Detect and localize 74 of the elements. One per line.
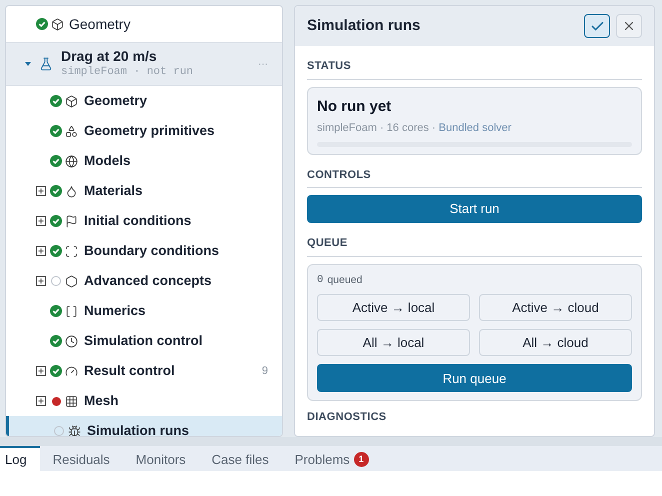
queue-target-button[interactable]: Active → local [317, 294, 470, 322]
close-icon [622, 19, 636, 33]
item-icon [65, 304, 78, 318]
tree-item-label: Advanced concepts [84, 272, 212, 290]
count-badge: 1 [354, 452, 369, 467]
item-icon [65, 274, 78, 288]
section-heading: QUEUE [307, 235, 642, 256]
item-icon [65, 154, 78, 168]
tree-item-label: Numerics [84, 302, 146, 320]
status-title: No run yet [317, 96, 392, 116]
expand-icon[interactable] [36, 246, 46, 256]
tree-item-label: Mesh [84, 392, 119, 410]
tree-item[interactable]: Boundary conditions [6, 236, 282, 266]
group-header[interactable]: Drag at 20 m/s simpleFoam · not run ··· [6, 42, 282, 86]
bottom-tab[interactable]: Case files [198, 446, 282, 471]
start-run-button[interactable]: Start run [307, 195, 642, 223]
bottom-tab[interactable]: Residuals [40, 446, 123, 471]
item-icon [65, 334, 78, 348]
expand-icon[interactable] [36, 216, 46, 226]
tree-item-label: Simulation control [84, 332, 203, 350]
tree-item-label: Result control [84, 362, 175, 380]
run-queue-button[interactable]: Run queue [317, 364, 632, 392]
group-subtitle: simpleFoam · not run [61, 66, 194, 80]
tree-item-label: Simulation runs [87, 422, 190, 436]
tree-item[interactable]: Mesh [6, 386, 282, 416]
cube-icon [51, 18, 64, 30]
queue-count: 0 [317, 272, 324, 288]
item-icon [65, 124, 78, 138]
expand-icon[interactable] [36, 396, 46, 406]
item-icon [65, 364, 78, 378]
status-details: simpleFoam · 16 cores · Bundled solver [317, 121, 512, 136]
group-title: Drag at 20 m/s [61, 48, 158, 66]
caret-icon[interactable] [24, 60, 32, 68]
tree-item[interactable]: Simulation runs [6, 416, 282, 436]
queue-count-label: queued [327, 272, 362, 288]
tree-item[interactable]: Advanced concepts [6, 266, 282, 296]
section-heading: DIAGNOSTICS [307, 410, 388, 426]
expand-icon[interactable] [36, 276, 46, 286]
bottom-tab[interactable]: Log [0, 446, 40, 471]
tree-item-label: Geometry [84, 92, 148, 110]
close-button[interactable] [616, 14, 642, 38]
item-icon [65, 244, 78, 258]
confirm-button[interactable] [584, 14, 610, 38]
item-icon [68, 424, 81, 436]
tree-item[interactable]: Initial conditions [6, 206, 282, 236]
expand-icon[interactable] [36, 186, 46, 196]
section-heading: CONTROLS [307, 166, 642, 188]
tree-item[interactable]: Models [6, 146, 282, 176]
flask-icon [39, 57, 53, 71]
queue-target-button[interactable]: All → cloud [479, 329, 632, 356]
tree-item[interactable]: Materials [6, 176, 282, 206]
queue-target-button[interactable]: All → local [317, 329, 470, 356]
panel-title: Simulation runs [307, 16, 420, 36]
tree-item-label: Models [84, 152, 131, 170]
item-icon [65, 94, 78, 108]
bottom-tab[interactable]: Monitors [122, 446, 199, 471]
tree-item-label: Materials [84, 182, 143, 200]
section-heading: STATUS [307, 58, 642, 80]
item-count: 9 [262, 364, 268, 379]
tree-item-label: Boundary conditions [84, 242, 219, 260]
tree-item-label: Initial conditions [84, 212, 192, 230]
tree-item[interactable]: Simulation control [6, 326, 282, 356]
queue-target-button[interactable]: Active → cloud [479, 294, 632, 322]
tree-item-label[interactable]: Geometry [69, 14, 130, 34]
expand-icon[interactable] [36, 366, 46, 376]
bottom-tab[interactable]: Problems 1 [282, 446, 382, 471]
tree-item[interactable]: Geometry primitives [6, 116, 282, 146]
tree-item[interactable]: Geometry [6, 86, 282, 116]
tree-item-label: Geometry primitives [84, 122, 215, 140]
item-icon [65, 214, 78, 228]
item-icon [65, 394, 78, 408]
tree-item[interactable]: Numerics [6, 296, 282, 326]
tree-item[interactable]: Result control 9 [6, 356, 282, 386]
item-icon [65, 184, 78, 198]
